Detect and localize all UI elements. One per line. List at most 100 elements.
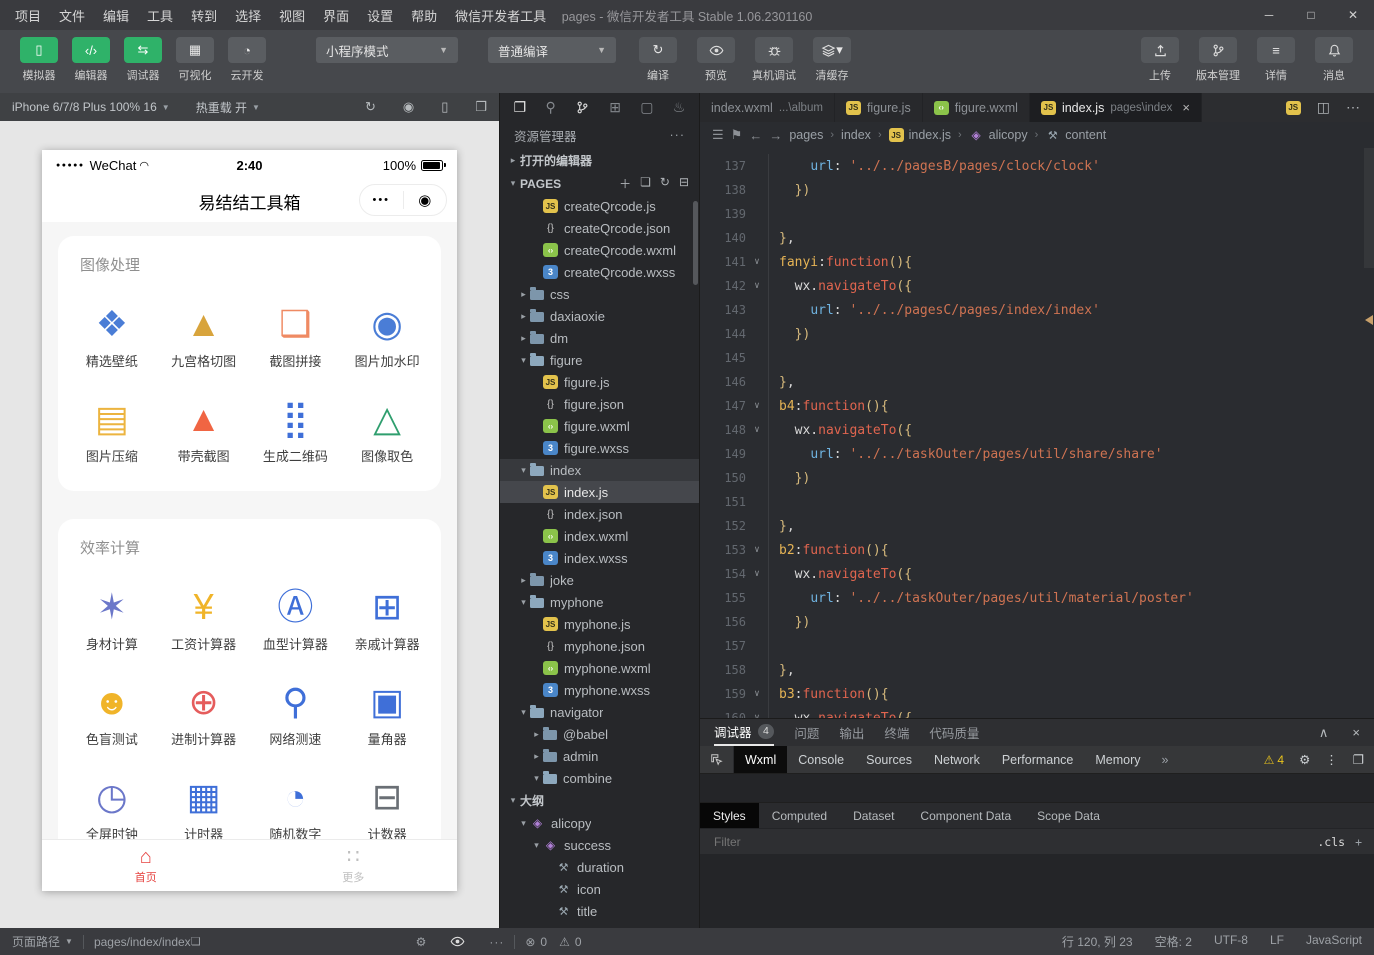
record-icon[interactable]: ◉ xyxy=(403,99,414,115)
debugger-tab-终端[interactable]: 终端 xyxy=(884,719,909,746)
minimize-button[interactable]: ─ xyxy=(1248,8,1290,22)
devtools-tab-Sources[interactable]: Sources xyxy=(855,746,923,773)
search-icon[interactable]: ⚲ xyxy=(545,99,555,116)
menu-工具[interactable]: 工具 xyxy=(138,6,182,25)
blocks-icon[interactable]: ⊞ xyxy=(609,99,621,116)
fold-icon[interactable]: ∨ xyxy=(746,401,768,411)
tree-item-createQrcode.js[interactable]: JScreateQrcode.js xyxy=(500,195,699,217)
more-actions-icon[interactable]: ··· xyxy=(670,128,686,142)
breadcrumb-item-index.js[interactable]: JSindex.js xyxy=(889,128,951,142)
devtools-tab-Wxml[interactable]: Wxml xyxy=(734,746,787,773)
toggle-调试器[interactable]: ⇆调试器 xyxy=(118,37,168,83)
tree-item-icon[interactable]: ⚒icon xyxy=(500,878,699,900)
pages-section[interactable]: ▾ PAGES ＋❏↻⊟ xyxy=(500,172,699,195)
new-folder-icon[interactable]: ❏ xyxy=(640,175,651,192)
tree-item-index.js[interactable]: JSindex.js xyxy=(500,481,699,503)
toggle-可视化[interactable]: ▦可视化 xyxy=(170,37,220,83)
filter-input[interactable] xyxy=(712,834,1317,850)
phone-tab-更多[interactable]: ∷更多 xyxy=(250,840,458,891)
menu-帮助[interactable]: 帮助 xyxy=(402,6,446,25)
devtools-tab-Console[interactable]: Console xyxy=(787,746,855,773)
outline-section[interactable]: ▾大纲 xyxy=(500,789,699,812)
tree-item-combine[interactable]: ▾combine xyxy=(500,767,699,789)
tool-item[interactable]: ✶身材计算 xyxy=(66,584,158,653)
encoding[interactable]: UTF-8 xyxy=(1214,933,1248,950)
fold-icon[interactable]: ∨ xyxy=(746,257,768,267)
toggle-云开发[interactable]: ◔云开发 xyxy=(222,37,272,83)
tree-item-createQrcode.wxml[interactable]: ‹›createQrcode.wxml xyxy=(500,239,699,261)
debugger-tab-输出[interactable]: 输出 xyxy=(839,719,864,746)
toggle-模拟器[interactable]: ▯模拟器 xyxy=(14,37,64,83)
eye-icon[interactable] xyxy=(450,934,465,949)
extensions-icon[interactable]: ♨ xyxy=(673,99,686,116)
action-编译[interactable]: ↻编译 xyxy=(630,37,686,83)
language-mode[interactable]: JavaScript xyxy=(1306,933,1362,950)
styles-tab-Styles[interactable]: Styles xyxy=(700,803,759,828)
tree-item-myphone[interactable]: ▾myphone xyxy=(500,591,699,613)
action-消息[interactable]: 消息 xyxy=(1306,37,1362,83)
split-editor-icon[interactable]: ◫ xyxy=(1317,99,1330,116)
maximize-button[interactable]: □ xyxy=(1290,8,1332,22)
code-area[interactable]: 137 url: '../../pagesB/pages/clock/clock… xyxy=(700,148,1374,718)
more-icon[interactable]: ··· xyxy=(489,935,504,949)
explorer-scrollbar[interactable] xyxy=(693,201,698,285)
tool-item[interactable]: △图像取色 xyxy=(341,396,433,465)
tool-item[interactable]: ▤图片压缩 xyxy=(66,396,158,465)
fold-icon[interactable]: ∨ xyxy=(746,425,768,435)
breadcrumb-item-content[interactable]: ⚒content xyxy=(1045,128,1106,142)
more-menu-icon[interactable]: ••• xyxy=(360,194,403,206)
menu-编辑[interactable]: 编辑 xyxy=(94,6,138,25)
indent-setting[interactable]: 空格: 2 xyxy=(1155,933,1192,950)
tool-item[interactable]: ◉图片加水印 xyxy=(341,301,433,370)
tool-item[interactable]: ▲九宫格切图 xyxy=(158,301,250,370)
tool-item[interactable]: ▦计时器 xyxy=(158,774,250,843)
collapse-panel-icon[interactable]: ∧ xyxy=(1319,725,1329,741)
tool-item[interactable]: ◔随机数字 xyxy=(250,774,342,843)
new-file-icon[interactable]: ＋ xyxy=(619,175,631,192)
editor-tab-figure.js[interactable]: JSfigure.js xyxy=(835,93,923,122)
styles-tab-Computed[interactable]: Computed xyxy=(759,803,840,828)
toggle-编辑器[interactable]: ‹/›编辑器 xyxy=(66,37,116,83)
close-panel-icon[interactable]: × xyxy=(1352,725,1360,741)
tree-item-title[interactable]: ⚒title xyxy=(500,900,699,922)
collapse-all-icon[interactable]: ⊟ xyxy=(679,175,689,192)
breadcrumb-item-pages[interactable]: pages xyxy=(789,128,823,142)
styles-tab-Scope Data[interactable]: Scope Data xyxy=(1024,803,1113,828)
tree-item-figure.wxss[interactable]: 3figure.wxss xyxy=(500,437,699,459)
fold-icon[interactable]: ∨ xyxy=(746,545,768,555)
menu-文件[interactable]: 文件 xyxy=(50,6,94,25)
outline-menu-icon[interactable]: ☰ xyxy=(712,127,724,143)
debug-icon[interactable]: ⚙ xyxy=(416,935,427,949)
tool-item[interactable]: Ⓐ血型计算器 xyxy=(250,584,342,653)
hot-reload-toggle[interactable]: 热重载 开 ▼ xyxy=(196,99,260,116)
dock-side-icon[interactable]: ❐ xyxy=(1353,752,1364,767)
tool-item[interactable]: ❖精选壁纸 xyxy=(66,301,158,370)
tool-item[interactable]: ▲带壳截图 xyxy=(158,396,250,465)
styles-tab-Dataset[interactable]: Dataset xyxy=(840,803,907,828)
fold-icon[interactable]: ∨ xyxy=(746,713,768,718)
tool-item[interactable]: ◷全屏时钟 xyxy=(66,774,158,843)
refresh-icon[interactable]: ↻ xyxy=(365,99,376,115)
menu-设置[interactable]: 设置 xyxy=(358,6,402,25)
tree-item-figure.wxml[interactable]: ‹›figure.wxml xyxy=(500,415,699,437)
close-icon[interactable]: × xyxy=(1182,100,1190,115)
files-icon[interactable]: ❐ xyxy=(514,99,527,116)
phone-tab-首页[interactable]: ⌂首页 xyxy=(42,840,250,891)
tree-item-success[interactable]: ▾◈success xyxy=(500,834,699,856)
devtools-tab-Network[interactable]: Network xyxy=(923,746,991,773)
tool-item[interactable]: ⊕进制计算器 xyxy=(158,679,250,748)
git-branch-icon[interactable] xyxy=(575,100,590,115)
debugger-tab-调试器[interactable]: 调试器4 xyxy=(714,719,774,746)
action-上传[interactable]: 上传 xyxy=(1132,37,1188,83)
compile-mode-select[interactable]: 普通编译 ▼ xyxy=(488,37,616,63)
tool-item[interactable]: ⣿生成二维码 xyxy=(250,396,342,465)
mode-select[interactable]: 小程序模式 ▼ xyxy=(316,37,458,63)
editor-tab-figure.wxml[interactable]: ‹›figure.wxml xyxy=(923,93,1030,122)
menu-转到[interactable]: 转到 xyxy=(182,6,226,25)
bookmark-icon[interactable]: ⚑ xyxy=(731,127,743,143)
tree-item-figure.js[interactable]: JSfigure.js xyxy=(500,371,699,393)
devtools-tab-Memory[interactable]: Memory xyxy=(1084,746,1151,773)
close-button[interactable]: ✕ xyxy=(1332,8,1374,22)
tree-item-createQrcode.wxss[interactable]: 3createQrcode.wxss xyxy=(500,261,699,283)
kebab-menu-icon[interactable]: ⋮ xyxy=(1325,752,1338,767)
